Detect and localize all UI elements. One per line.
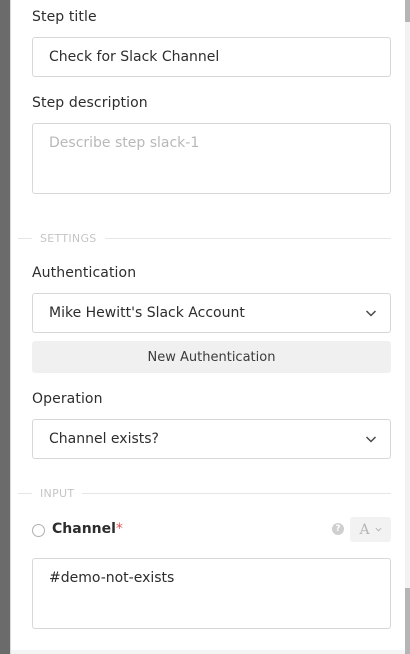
settings-section-header: SETTINGS — [18, 231, 391, 245]
new-authentication-button[interactable]: New Authentication — [32, 341, 391, 373]
divider — [82, 492, 391, 494]
channel-input[interactable]: #demo-not-exists — [32, 558, 391, 629]
chevron-down-icon — [365, 310, 377, 317]
authentication-label: Authentication — [32, 265, 137, 281]
operation-label: Operation — [32, 391, 103, 407]
help-icon[interactable]: ? — [332, 523, 344, 535]
panel-footer-strip — [11, 650, 406, 654]
operation-select[interactable]: Channel exists? — [32, 419, 391, 459]
scrollbar-track[interactable] — [405, 0, 410, 654]
channel-value: #demo-not-exists — [49, 570, 175, 586]
channel-radio[interactable] — [32, 524, 45, 537]
divider — [18, 492, 32, 494]
scrollbar-thumb[interactable] — [405, 22, 410, 588]
input-type-toggle[interactable]: A — [350, 517, 391, 542]
settings-section-title: SETTINGS — [40, 231, 97, 245]
input-section-header: INPUT — [18, 486, 391, 500]
divider — [18, 237, 32, 239]
channel-label-text: Channel — [52, 521, 116, 537]
operation-selected: Channel exists? — [49, 431, 159, 447]
step-description-input[interactable]: Describe step slack-1 — [32, 123, 391, 194]
channel-label: Channel* — [52, 521, 123, 537]
step-settings-panel: Step title Check for Slack Channel Step … — [10, 0, 406, 654]
authentication-selected: Mike Hewitt's Slack Account — [49, 305, 245, 321]
step-title-input[interactable]: Check for Slack Channel — [32, 37, 391, 77]
authentication-select[interactable]: Mike Hewitt's Slack Account — [32, 293, 391, 333]
step-description-label: Step description — [32, 95, 148, 111]
step-description-placeholder: Describe step slack-1 — [49, 135, 200, 151]
divider — [104, 237, 391, 239]
chevron-down-icon — [365, 436, 377, 443]
required-marker: * — [115, 521, 123, 537]
step-title-label: Step title — [32, 9, 97, 25]
chevron-down-icon — [375, 527, 382, 532]
text-type-icon: A — [359, 521, 370, 538]
input-section-title: INPUT — [40, 486, 75, 500]
